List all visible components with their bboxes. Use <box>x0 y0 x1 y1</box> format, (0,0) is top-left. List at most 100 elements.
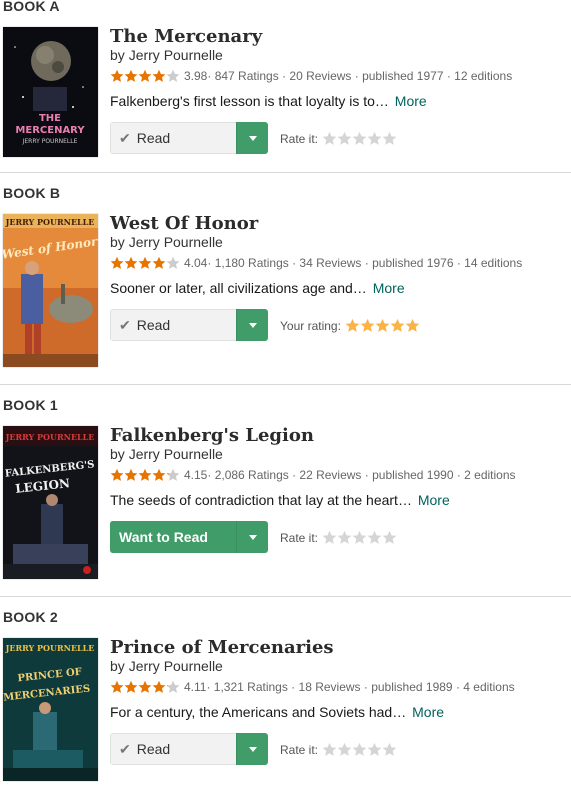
book-author: by Jerry Pournelle <box>110 658 223 674</box>
rate-label: Rate it: <box>280 742 319 757</box>
book-meta: 3.98 · 847 Ratings · 20 Reviews · publis… <box>110 69 512 83</box>
caret-down-icon <box>248 322 257 328</box>
rating-star-icon <box>166 69 180 83</box>
author-name[interactable]: Jerry Pournelle <box>129 446 223 462</box>
book-title[interactable]: The Mercenary <box>110 26 262 47</box>
rate-star-icon[interactable] <box>367 131 382 146</box>
user-rating-stars <box>345 318 420 333</box>
book-title[interactable]: West Of Honor <box>110 213 258 234</box>
average-rating-stars <box>110 680 180 694</box>
meta-details: · 1,321 Ratings · 18 Reviews · published… <box>206 680 515 694</box>
book-meta: 4.15 · 2,086 Ratings · 22 Reviews · publ… <box>110 468 516 482</box>
rate-star-icon[interactable] <box>367 530 382 545</box>
book-title[interactable]: Falkenberg's Legion <box>110 425 314 446</box>
average-rating-stars <box>110 256 180 270</box>
rate-star-icon[interactable] <box>367 742 382 757</box>
rate-star-icon[interactable] <box>382 131 397 146</box>
want-to-read-button[interactable]: Want to Read <box>110 521 236 553</box>
cover-author-line: JERRY POURNELLE <box>5 643 95 653</box>
rating-star-icon <box>110 680 124 694</box>
rating-star-icon <box>166 256 180 270</box>
user-rating-star-icon[interactable] <box>375 318 390 333</box>
cover-author-line: JERRY POURNELLE <box>22 138 78 145</box>
shelf-button: ✔ Read <box>110 122 268 154</box>
shelf-status-button[interactable]: ✔ Read <box>110 309 236 341</box>
rating-star-icon <box>138 680 152 694</box>
rate-widget: Rate it: <box>280 742 397 757</box>
book-cover[interactable]: JERRY POURNELLE West of Honor <box>3 214 98 367</box>
user-rating-stars <box>322 742 397 757</box>
more-link[interactable]: More <box>412 704 444 720</box>
rate-star-icon[interactable] <box>322 131 337 146</box>
book-description: Falkenberg's first lesson is that loyalt… <box>110 93 427 109</box>
rating-star-icon <box>138 468 152 482</box>
shelf-dropdown-button[interactable] <box>236 733 268 765</box>
rating-star-icon <box>124 468 138 482</box>
description-text: Sooner or later, all civilizations age a… <box>110 280 367 296</box>
book-author: by Jerry Pournelle <box>110 47 223 63</box>
average-rating-value: 3.98 <box>184 69 208 83</box>
rating-star-icon <box>124 680 138 694</box>
rate-label: Your rating: <box>280 318 341 333</box>
book-cover[interactable]: JERRY POURNELLE FALKENBERG'S LEGION <box>3 426 98 579</box>
more-link[interactable]: More <box>418 492 450 508</box>
checkmark-icon: ✔ <box>119 740 131 757</box>
rate-star-icon[interactable] <box>322 530 337 545</box>
average-rating-stars <box>110 69 180 83</box>
rating-star-icon <box>152 468 166 482</box>
shelf-dropdown-button[interactable] <box>236 521 268 553</box>
rate-star-icon[interactable] <box>337 742 352 757</box>
rating-star-icon <box>110 69 124 83</box>
rate-star-icon[interactable] <box>382 530 397 545</box>
rate-star-icon[interactable] <box>337 530 352 545</box>
book-number-label: BOOK A <box>3 0 60 14</box>
shelf-status-button[interactable]: ✔ Read <box>110 122 236 154</box>
user-rating-star-icon[interactable] <box>390 318 405 333</box>
author-name[interactable]: Jerry Pournelle <box>129 47 223 63</box>
shelf-status-label: Read <box>136 741 171 757</box>
author-name[interactable]: Jerry Pournelle <box>129 234 223 250</box>
book-author: by Jerry Pournelle <box>110 446 223 462</box>
meta-details: · 847 Ratings · 20 Reviews · published 1… <box>207 69 513 83</box>
rate-star-icon[interactable] <box>352 131 367 146</box>
caret-down-icon <box>248 746 257 752</box>
rate-star-icon[interactable] <box>352 742 367 757</box>
rating-star-icon <box>166 680 180 694</box>
rating-star-icon <box>124 69 138 83</box>
shelf-dropdown-button[interactable] <box>236 309 268 341</box>
rate-star-icon[interactable] <box>337 131 352 146</box>
author-prefix: by <box>110 658 125 674</box>
shelf-status-button[interactable]: ✔ Read <box>110 733 236 765</box>
more-link[interactable]: More <box>373 280 405 296</box>
description-text: The seeds of contradiction that lay at t… <box>110 492 412 508</box>
rate-widget: Rate it: <box>280 131 397 146</box>
rating-star-icon <box>152 256 166 270</box>
rate-star-icon[interactable] <box>352 530 367 545</box>
shelf-dropdown-button[interactable] <box>236 122 268 154</box>
user-rating-stars <box>322 131 397 146</box>
description-text: Falkenberg's first lesson is that loyalt… <box>110 93 389 109</box>
book-cover[interactable]: JERRY POURNELLE PRINCE OF MERCENARIES <box>3 638 98 781</box>
rate-star-icon[interactable] <box>322 742 337 757</box>
description-text: For a century, the Americans and Soviets… <box>110 704 407 720</box>
rate-label: Rate it: <box>280 131 319 146</box>
rating-star-icon <box>152 680 166 694</box>
book-cover[interactable]: THE MERCENARY JERRY POURNELLE <box>3 27 98 157</box>
book-meta: 4.11 · 1,321 Ratings · 18 Reviews · publ… <box>110 680 515 694</box>
shelf-status-label: Want to Read <box>119 529 208 545</box>
book-title[interactable]: Prince of Mercenaries <box>110 637 334 658</box>
book-description: For a century, the Americans and Soviets… <box>110 704 444 720</box>
divider <box>0 172 571 173</box>
rate-widget: Your rating: <box>280 318 420 333</box>
divider <box>0 596 571 597</box>
shelf-button: ✔ Read <box>110 733 268 765</box>
rate-star-icon[interactable] <box>382 742 397 757</box>
user-rating-star-icon[interactable] <box>405 318 420 333</box>
rating-star-icon <box>138 69 152 83</box>
author-name[interactable]: Jerry Pournelle <box>129 658 223 674</box>
cover-title-line: MERCENARY <box>15 125 85 136</box>
more-link[interactable]: More <box>395 93 427 109</box>
average-rating-value: 4.11 <box>184 680 207 694</box>
user-rating-star-icon[interactable] <box>345 318 360 333</box>
user-rating-star-icon[interactable] <box>360 318 375 333</box>
